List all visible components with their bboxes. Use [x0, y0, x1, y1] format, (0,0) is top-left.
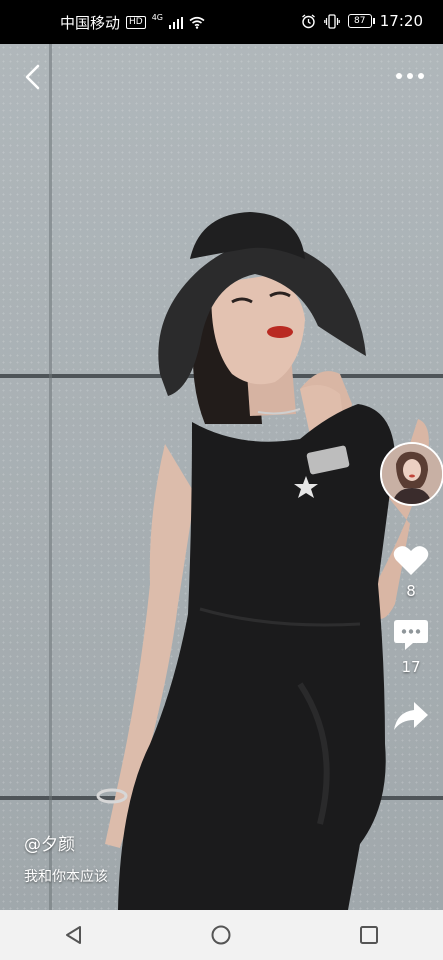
comment-count: 17 — [401, 658, 421, 676]
avatar-image — [382, 444, 442, 504]
more-dots-icon[interactable] — [395, 66, 425, 86]
network-type: 4G — [151, 13, 164, 22]
nav-home-circle-icon — [211, 925, 231, 945]
like-button[interactable]: 8 — [390, 544, 432, 600]
status-right: 87 17:20 — [301, 12, 423, 30]
clock: 17:20 — [379, 12, 423, 30]
share-button[interactable] — [390, 700, 432, 736]
status-bar: 中国移动 HD 4G 87 17:20 — [0, 0, 443, 44]
status-left: 中国移动 HD 4G — [60, 12, 205, 33]
phone-screen: 中国移动 HD 4G 87 17:20 8 17 @夕颜 我和你本应该 — [0, 0, 443, 960]
share-arrow-icon — [394, 702, 428, 730]
wifi-icon — [189, 16, 205, 29]
author-name[interactable]: @夕颜 — [24, 830, 75, 855]
carrier-label: 中国移动 — [60, 14, 121, 32]
like-count: 8 — [406, 582, 416, 600]
battery-indicator: 87 — [347, 14, 375, 28]
comment-button[interactable]: 17 — [390, 618, 432, 676]
video-caption: 我和你本应该 — [24, 869, 108, 885]
back-arrow-icon[interactable] — [18, 62, 48, 92]
nav-back-triangle-icon — [65, 926, 81, 944]
video-subject-image — [96, 212, 429, 910]
heart-icon — [393, 546, 429, 575]
signal-icon — [169, 16, 184, 29]
system-nav-bar — [0, 910, 443, 960]
alarm-icon — [301, 13, 315, 28]
nav-recent-square-icon — [360, 926, 379, 944]
vibrate-icon — [323, 13, 340, 29]
nav-back-button[interactable] — [54, 915, 94, 955]
nav-recent-button[interactable] — [349, 915, 389, 955]
nav-home-button[interactable] — [201, 915, 241, 955]
comment-bubble-icon — [394, 620, 428, 650]
video-player[interactable] — [0, 44, 443, 910]
hd-badge: HD — [126, 16, 146, 29]
author-avatar[interactable] — [380, 442, 443, 506]
